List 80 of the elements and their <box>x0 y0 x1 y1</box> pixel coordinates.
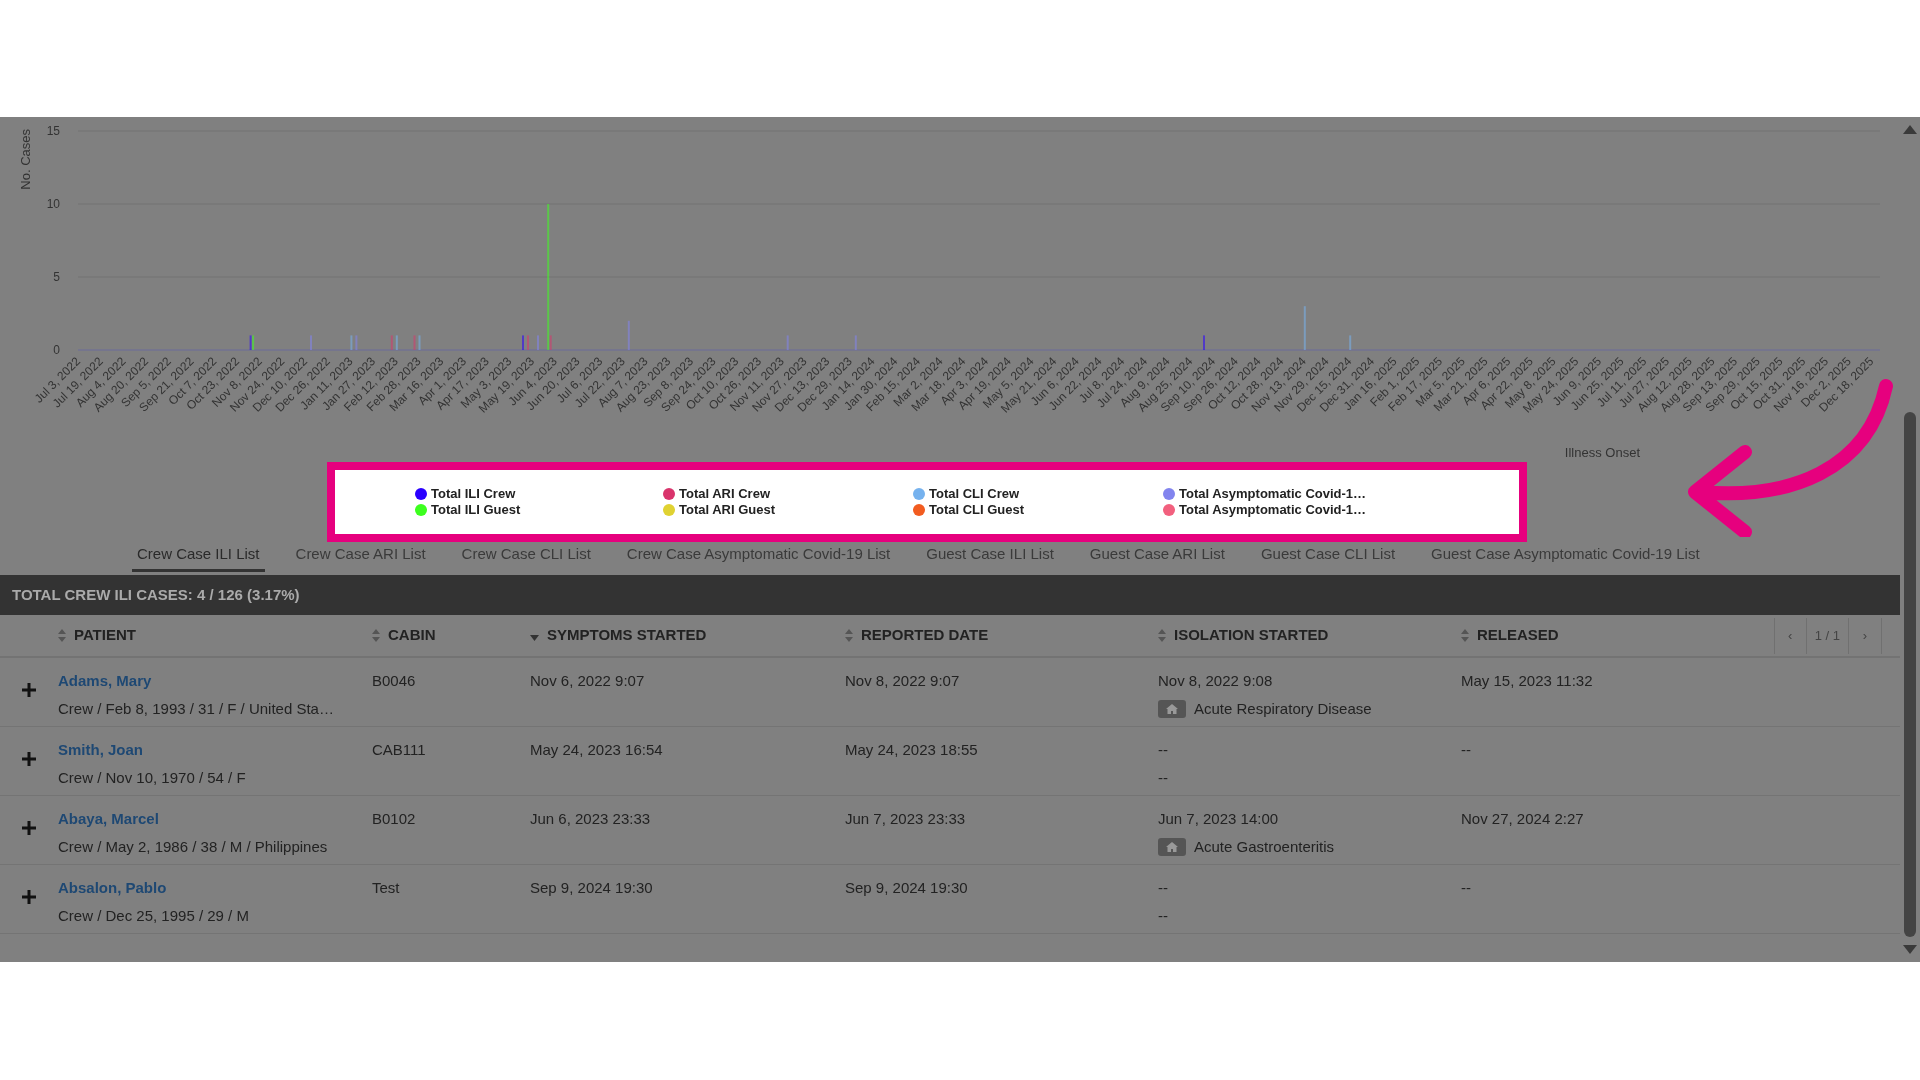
column-header[interactable]: ISOLATION STARTED <box>1174 624 1329 647</box>
symptoms-date: May 24, 2023 16:54 <box>530 741 663 758</box>
patient-details: Crew / Feb 8, 1993 / 31 / F / United Sta… <box>58 698 335 719</box>
column-header[interactable]: CABIN <box>388 624 436 647</box>
chart-bar <box>395 335 398 350</box>
isolation-reason: -- <box>1158 767 1168 788</box>
cabin-cell: Test <box>372 879 400 896</box>
y-tick-label: 15 <box>46 124 60 138</box>
isolation-date: Nov 8, 2022 9:08 <box>1158 671 1274 691</box>
scroll-down-icon[interactable] <box>1903 945 1917 954</box>
tab[interactable]: Guest Case ARI List <box>1084 542 1230 572</box>
plus-icon <box>22 821 36 835</box>
chart-bar <box>627 320 630 350</box>
patient-details: Crew / May 2, 1986 / 38 / M / Philippines <box>58 836 329 857</box>
x-axis-title: Illness Onset <box>1564 445 1640 460</box>
chart-bar <box>418 335 421 350</box>
sort-descending-icon[interactable] <box>530 634 539 641</box>
isolation-date: -- <box>1158 740 1169 760</box>
symptoms-date: Nov 6, 2022 9:07 <box>530 672 645 689</box>
patient-details: Crew / Dec 25, 1995 / 29 / M <box>58 905 250 926</box>
sort-icon[interactable] <box>372 629 380 642</box>
isolation-date: -- <box>1158 878 1169 898</box>
released-date: -- <box>1461 879 1471 896</box>
chart-bar <box>1303 306 1306 350</box>
chart-bar <box>786 335 789 350</box>
tab[interactable]: Crew Case Asymptomatic Covid-19 List <box>621 542 896 572</box>
sort-icon[interactable] <box>845 629 853 642</box>
tab[interactable]: Guest Case ILI List <box>921 542 1059 572</box>
patient-name-link[interactable]: Smith, Joan <box>58 739 372 762</box>
symptoms-date: Sep 9, 2024 19:30 <box>530 879 653 896</box>
chart-bar <box>1349 335 1352 350</box>
next-page-button[interactable]: › <box>1849 618 1881 654</box>
tab[interactable]: Crew Case CLI List <box>456 542 596 572</box>
sort-icon[interactable] <box>1461 629 1469 642</box>
cabin-cell: B0102 <box>372 810 416 827</box>
released-date: May 15, 2023 11:32 <box>1461 672 1593 689</box>
previous-page-button[interactable]: ‹ <box>1774 618 1807 654</box>
column-header[interactable]: RELEASED <box>1477 624 1559 647</box>
isolation-date: Jun 7, 2023 14:00 <box>1158 809 1280 829</box>
y-tick-label: 0 <box>53 343 60 357</box>
chart-bar <box>854 335 857 350</box>
summary-bar: TOTAL CREW ILI CASES: 4 / 126 (3.17%) <box>0 575 1900 615</box>
scroll-up-icon[interactable] <box>1903 125 1917 134</box>
column-header[interactable]: PATIENT <box>74 624 136 647</box>
page-indicator: 1 / 1 <box>1806 618 1849 654</box>
y-tick-label: 5 <box>53 270 60 284</box>
isolation-reason: Acute Respiratory Disease <box>1194 698 1372 719</box>
isolation-reason: -- <box>1158 905 1168 926</box>
patient-name-link[interactable]: Abaya, Marcel <box>58 808 372 831</box>
chart-bar <box>413 335 416 350</box>
symptoms-date: Jun 6, 2023 23:33 <box>530 810 651 827</box>
cabin-cell: CAB111 <box>372 741 426 758</box>
sort-icon[interactable] <box>58 629 66 642</box>
patient-name-link[interactable]: Absalon, Pablo <box>58 877 372 900</box>
patient-name-link[interactable]: Adams, Mary <box>58 670 372 693</box>
y-axis-title: No. Cases <box>18 129 33 190</box>
patient-details: Crew / Nov 10, 1970 / 54 / F <box>58 767 247 788</box>
chart-bar <box>390 335 393 350</box>
plus-icon <box>22 752 36 766</box>
scrollbar-thumb[interactable] <box>1904 412 1916 937</box>
released-date: Nov 27, 2024 2:27 <box>1461 810 1584 827</box>
sort-icon[interactable] <box>1158 629 1166 642</box>
reported-date: Sep 9, 2024 19:30 <box>845 879 968 896</box>
released-date: -- <box>1461 741 1471 758</box>
column-header[interactable]: SYMPTOMS STARTED <box>547 624 707 647</box>
isolation-reason: Acute Gastroenteritis <box>1194 836 1335 857</box>
chart-bar <box>350 335 353 350</box>
plus-icon <box>22 890 36 904</box>
reported-date: May 24, 2023 18:55 <box>845 741 978 758</box>
plus-icon <box>22 683 36 697</box>
reported-date: Jun 7, 2023 23:33 <box>845 810 966 827</box>
column-header[interactable]: REPORTED DATE <box>861 624 989 647</box>
cabin-cell: B0046 <box>372 672 416 689</box>
tab[interactable]: Crew Case ILI List <box>132 542 265 572</box>
tab[interactable]: Crew Case ARI List <box>290 542 431 572</box>
y-tick-label: 10 <box>46 197 60 211</box>
reported-date: Nov 8, 2022 9:07 <box>845 672 960 689</box>
tab[interactable]: Guest Case CLI List <box>1255 542 1401 572</box>
chart-bar <box>355 335 358 350</box>
tab[interactable]: Guest Case Asymptomatic Covid-19 List <box>1426 542 1705 572</box>
